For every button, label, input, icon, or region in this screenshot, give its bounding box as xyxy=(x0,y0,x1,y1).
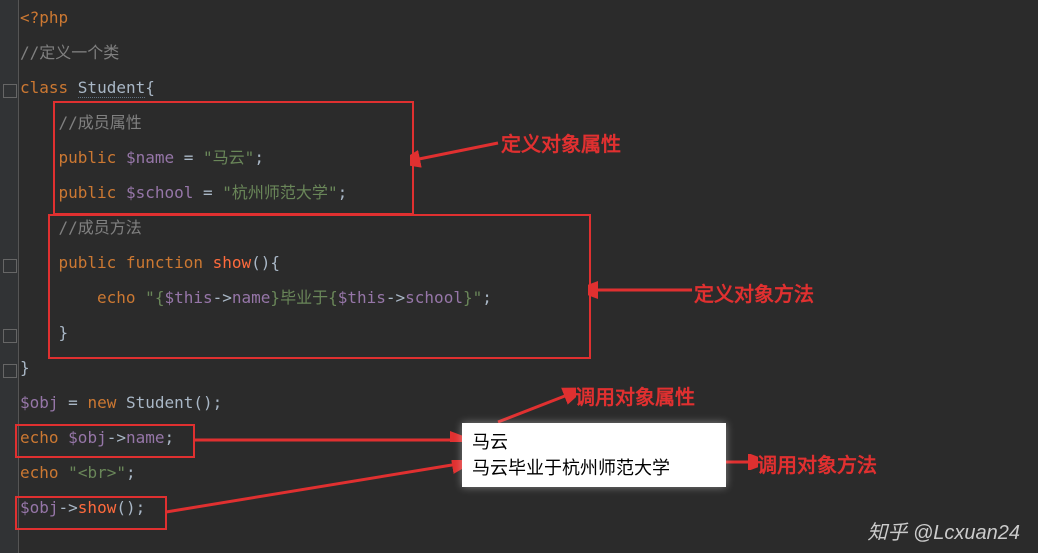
kw-public: public xyxy=(59,148,126,167)
fn-show-call: show xyxy=(78,498,117,517)
label-callmethod: 调用对象方法 xyxy=(757,449,877,478)
class-name: Student xyxy=(78,78,145,98)
kw-public-function: public function xyxy=(59,253,213,272)
label-callprop: 调用对象属性 xyxy=(575,381,695,410)
var-school: $school xyxy=(126,183,193,202)
output-line2: 马云毕业于杭州师范大学 xyxy=(472,455,716,481)
watermark: 知乎 @Lcxuan24 xyxy=(867,516,1020,545)
output-line1: 马云 xyxy=(472,429,716,455)
comment-method: //成员方法 xyxy=(59,218,142,237)
kw-echo: echo xyxy=(97,288,145,307)
fn-show: show xyxy=(213,253,252,272)
fold-marker[interactable] xyxy=(3,364,17,378)
output-box: 马云 马云毕业于杭州师范大学 xyxy=(462,423,726,487)
fold-marker[interactable] xyxy=(3,329,17,343)
gutter xyxy=(0,0,19,553)
brace-open: { xyxy=(145,78,155,97)
str-mayun: 马云 xyxy=(213,148,245,167)
kw-public: public xyxy=(59,183,126,202)
brace-close: } xyxy=(20,358,30,377)
code-editor: <?php //定义一个类 class Student{ //成员属性 publ… xyxy=(0,0,1038,553)
var-obj: $obj xyxy=(20,498,59,517)
var-obj: $obj xyxy=(20,393,59,412)
str-br: <br> xyxy=(78,463,117,482)
fold-marker[interactable] xyxy=(3,259,17,273)
comment-class: //定义一个类 xyxy=(20,43,119,62)
kw-echo: echo xyxy=(20,428,68,447)
var-name: $name xyxy=(126,148,174,167)
str-biyeyu: 毕业于 xyxy=(280,288,328,307)
kw-echo: echo xyxy=(20,463,68,482)
brace-close: } xyxy=(59,323,69,342)
php-open-tag: <?php xyxy=(20,8,68,27)
label-defmethod: 定义对象方法 xyxy=(694,278,814,307)
comment-prop: //成员属性 xyxy=(59,113,142,132)
kw-class: class xyxy=(20,78,78,97)
label-defprop: 定义对象属性 xyxy=(501,128,621,157)
fold-marker[interactable] xyxy=(3,84,17,98)
str-school: 杭州师范大学 xyxy=(232,183,328,202)
kw-new: new xyxy=(87,393,126,412)
field-name: name xyxy=(126,428,165,447)
